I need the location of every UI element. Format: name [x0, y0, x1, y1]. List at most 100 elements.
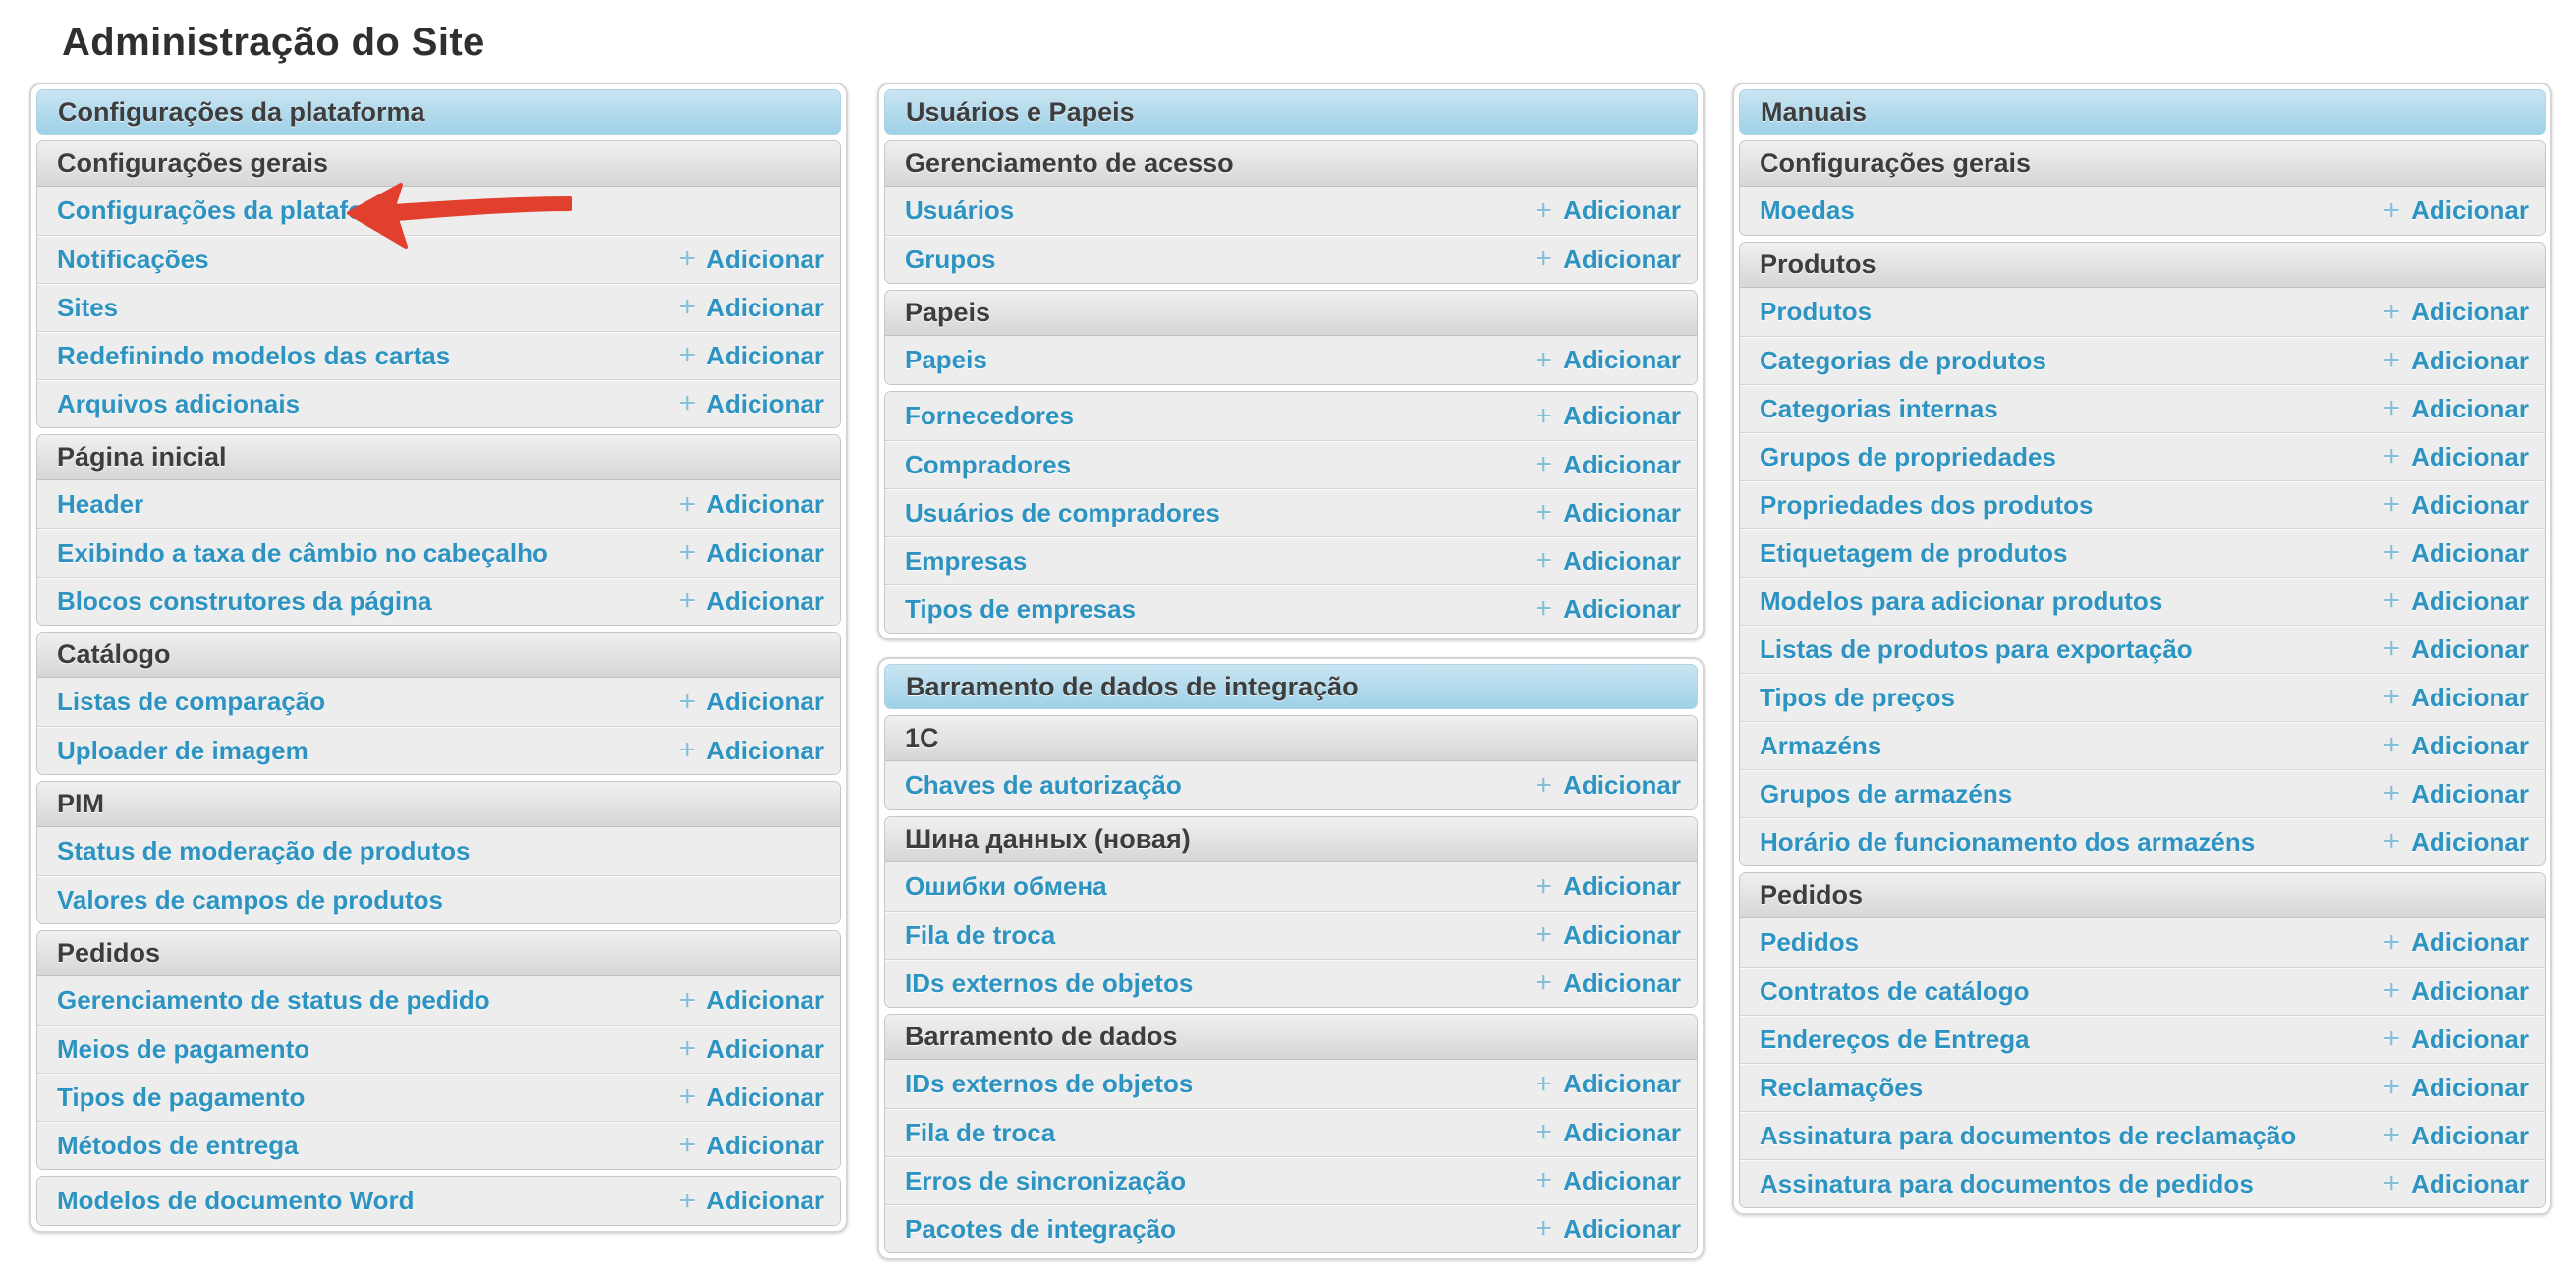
model-link-meios-de-pagamento[interactable]: Meios de pagamento — [57, 1034, 309, 1065]
add-link-arquivos-adicionais[interactable]: +Adicionar — [679, 389, 824, 419]
model-link-listas-de-produtos-para-exporta-o[interactable]: Listas de produtos para exportação — [1760, 635, 2193, 665]
add-link-armaz-ns[interactable]: +Adicionar — [2383, 731, 2529, 761]
model-link-armaz-ns[interactable]: Armazéns — [1760, 731, 1881, 761]
model-link-grupos-de-armaz-ns[interactable]: Grupos de armazéns — [1760, 779, 2012, 809]
model-link-configura-es-da-plataforma[interactable]: Configurações da plataforma — [57, 195, 411, 226]
model-link-fornecedores[interactable]: Fornecedores — [905, 401, 1074, 431]
add-link-hor-rio-de-funcionamento-dos-armaz-ns[interactable]: +Adicionar — [2383, 827, 2529, 858]
model-link-assinatura-para-documentos-de-reclama-o[interactable]: Assinatura para documentos de reclamação — [1760, 1121, 2296, 1151]
add-link-usu-rios-de-compradores[interactable]: +Adicionar — [1536, 498, 1681, 528]
model-link-status-de-modera-o-de-produtos[interactable]: Status de moderação de produtos — [57, 836, 470, 866]
model-link-redefinindo-modelos-das-cartas[interactable]: Redefinindo modelos das cartas — [57, 341, 450, 371]
model-link-listas-de-compara-o[interactable]: Listas de comparação — [57, 687, 325, 717]
add-link-pedidos[interactable]: +Adicionar — [2383, 927, 2529, 958]
model-link-ids-externos-de-objetos[interactable]: IDs externos de objetos — [905, 1069, 1193, 1099]
model-link-endere-os-de-entrega[interactable]: Endereços de Entrega — [1760, 1025, 2030, 1055]
model-link-usu-rios-de-compradores[interactable]: Usuários de compradores — [905, 498, 1220, 528]
add-link-produtos[interactable]: +Adicionar — [2383, 297, 2529, 327]
model-link-tipos-de-empresas[interactable]: Tipos de empresas — [905, 594, 1136, 625]
add-link-redefinindo-modelos-das-cartas[interactable]: +Adicionar — [679, 341, 824, 371]
add-link-compradores[interactable]: +Adicionar — [1536, 450, 1681, 480]
add-link-listas-de-produtos-para-exporta-o[interactable]: +Adicionar — [2383, 635, 2529, 665]
model-link-chaves-de-autoriza-o[interactable]: Chaves de autorização — [905, 770, 1182, 801]
model-link-arquivos-adicionais[interactable]: Arquivos adicionais — [57, 389, 300, 419]
add-link-fornecedores[interactable]: +Adicionar — [1536, 401, 1681, 431]
model-link-propriedades-dos-produtos[interactable]: Propriedades dos produtos — [1760, 490, 2094, 521]
model-link-tipos-de-pre-os[interactable]: Tipos de preços — [1760, 683, 1955, 713]
model-link-valores-de-campos-de-produtos[interactable]: Valores de campos de produtos — [57, 885, 443, 916]
add-link-endere-os-de-entrega[interactable]: +Adicionar — [2383, 1025, 2529, 1055]
model-link-etiquetagem-de-produtos[interactable]: Etiquetagem de produtos — [1760, 538, 2067, 569]
add-link-contratos-de-cat-logo[interactable]: +Adicionar — [2383, 976, 2529, 1007]
add-link-listas-de-compara-o[interactable]: +Adicionar — [679, 687, 824, 717]
model-link-categorias-de-produtos[interactable]: Categorias de produtos — [1760, 346, 2046, 376]
add-link-categorias-de-produtos[interactable]: +Adicionar — [2383, 346, 2529, 376]
model-link-blocos-construtores-da-p-gina[interactable]: Blocos construtores da página — [57, 586, 431, 617]
model-link-header[interactable]: Header — [57, 489, 143, 520]
add-link-pacotes-de-integra-o[interactable]: +Adicionar — [1536, 1214, 1681, 1245]
model-link-usu-rios[interactable]: Usuários — [905, 195, 1014, 226]
add-link-grupos-de-armaz-ns[interactable]: +Adicionar — [2383, 779, 2529, 809]
model-link-pacotes-de-integra-o[interactable]: Pacotes de integração — [905, 1214, 1176, 1245]
add-link-uploader-de-imagem[interactable]: +Adicionar — [679, 736, 824, 766]
model-link-fila-de-troca[interactable]: Fila de troca — [905, 920, 1055, 951]
add-link-grupos-de-propriedades[interactable]: +Adicionar — [2383, 442, 2529, 472]
model-link-contratos-de-cat-logo[interactable]: Contratos de catálogo — [1760, 976, 2029, 1007]
model-link-assinatura-para-documentos-de-pedidos[interactable]: Assinatura para documentos de pedidos — [1760, 1169, 2254, 1199]
model-link-papeis[interactable]: Papeis — [905, 345, 987, 375]
model-link-hor-rio-de-funcionamento-dos-armaz-ns[interactable]: Horário de funcionamento dos armazéns — [1760, 827, 2255, 858]
model-link-grupos-de-propriedades[interactable]: Grupos de propriedades — [1760, 442, 2056, 472]
add-link-m-todos-de-entrega[interactable]: +Adicionar — [679, 1131, 824, 1161]
model-link-reclama-es[interactable]: Reclamações — [1760, 1073, 1923, 1103]
model-link-sites[interactable]: Sites — [57, 293, 118, 323]
model-link-tipos-de-pagamento[interactable]: Tipos de pagamento — [57, 1083, 305, 1113]
model-link-fila-de-troca[interactable]: Fila de troca — [905, 1118, 1055, 1148]
add-link-ids-externos-de-objetos[interactable]: +Adicionar — [1536, 969, 1681, 999]
add-link-chaves-de-autoriza-o[interactable]: +Adicionar — [1536, 770, 1681, 801]
add-link-blocos-construtores-da-p-gina[interactable]: +Adicionar — [679, 586, 824, 617]
add-link-header[interactable]: +Adicionar — [679, 489, 824, 520]
add-link-propriedades-dos-produtos[interactable]: +Adicionar — [2383, 490, 2529, 521]
add-link-modelos-de-documento-word[interactable]: +Adicionar — [679, 1186, 824, 1216]
add-link-tipos-de-pagamento[interactable]: +Adicionar — [679, 1083, 824, 1113]
model-link-m-todos-de-entrega[interactable]: Métodos de entrega — [57, 1131, 299, 1161]
model-link-ошибки-обмена[interactable]: Ошибки обмена — [905, 871, 1107, 902]
add-link-fila-de-troca[interactable]: +Adicionar — [1536, 1118, 1681, 1148]
add-link-modelos-para-adicionar-produtos[interactable]: +Adicionar — [2383, 586, 2529, 617]
add-link-ошибки-обмена[interactable]: +Adicionar — [1536, 871, 1681, 902]
add-link-gerenciamento-de-status-de-pedido[interactable]: +Adicionar — [679, 985, 824, 1016]
model-link-pedidos[interactable]: Pedidos — [1760, 927, 1859, 958]
model-link-notifica-es[interactable]: Notificações — [57, 245, 209, 275]
add-link-meios-de-pagamento[interactable]: +Adicionar — [679, 1034, 824, 1065]
add-link-tipos-de-empresas[interactable]: +Adicionar — [1536, 594, 1681, 625]
add-link-sites[interactable]: +Adicionar — [679, 293, 824, 323]
add-link-tipos-de-pre-os[interactable]: +Adicionar — [2383, 683, 2529, 713]
add-link-assinatura-para-documentos-de-reclama-o[interactable]: +Adicionar — [2383, 1121, 2529, 1151]
model-link-erros-de-sincroniza-o[interactable]: Erros de sincronização — [905, 1166, 1186, 1196]
add-link-erros-de-sincroniza-o[interactable]: +Adicionar — [1536, 1166, 1681, 1196]
model-link-modelos-para-adicionar-produtos[interactable]: Modelos para adicionar produtos — [1760, 586, 2162, 617]
add-link-usu-rios[interactable]: +Adicionar — [1536, 195, 1681, 226]
model-link-moedas[interactable]: Moedas — [1760, 195, 1855, 226]
model-link-grupos[interactable]: Grupos — [905, 245, 995, 275]
add-link-fila-de-troca[interactable]: +Adicionar — [1536, 920, 1681, 951]
add-link-etiquetagem-de-produtos[interactable]: +Adicionar — [2383, 538, 2529, 569]
model-link-modelos-de-documento-word[interactable]: Modelos de documento Word — [57, 1186, 415, 1216]
model-link-exibindo-a-taxa-de-c-mbio-no-cabe-alho[interactable]: Exibindo a taxa de câmbio no cabeçalho — [57, 538, 548, 569]
add-link-exibindo-a-taxa-de-c-mbio-no-cabe-alho[interactable]: +Adicionar — [679, 538, 824, 569]
add-link-assinatura-para-documentos-de-pedidos[interactable]: +Adicionar — [2383, 1169, 2529, 1199]
add-link-reclama-es[interactable]: +Adicionar — [2383, 1073, 2529, 1103]
model-link-empresas[interactable]: Empresas — [905, 546, 1027, 577]
model-link-ids-externos-de-objetos[interactable]: IDs externos de objetos — [905, 969, 1193, 999]
model-link-produtos[interactable]: Produtos — [1760, 297, 1872, 327]
add-link-categorias-internas[interactable]: +Adicionar — [2383, 394, 2529, 424]
add-link-ids-externos-de-objetos[interactable]: +Adicionar — [1536, 1069, 1681, 1099]
add-link-papeis[interactable]: +Adicionar — [1536, 345, 1681, 375]
add-link-moedas[interactable]: +Adicionar — [2383, 195, 2529, 226]
add-link-notifica-es[interactable]: +Adicionar — [679, 245, 824, 275]
model-link-uploader-de-imagem[interactable]: Uploader de imagem — [57, 736, 308, 766]
model-link-gerenciamento-de-status-de-pedido[interactable]: Gerenciamento de status de pedido — [57, 985, 490, 1016]
add-link-empresas[interactable]: +Adicionar — [1536, 546, 1681, 577]
model-link-categorias-internas[interactable]: Categorias internas — [1760, 394, 1998, 424]
model-link-compradores[interactable]: Compradores — [905, 450, 1071, 480]
